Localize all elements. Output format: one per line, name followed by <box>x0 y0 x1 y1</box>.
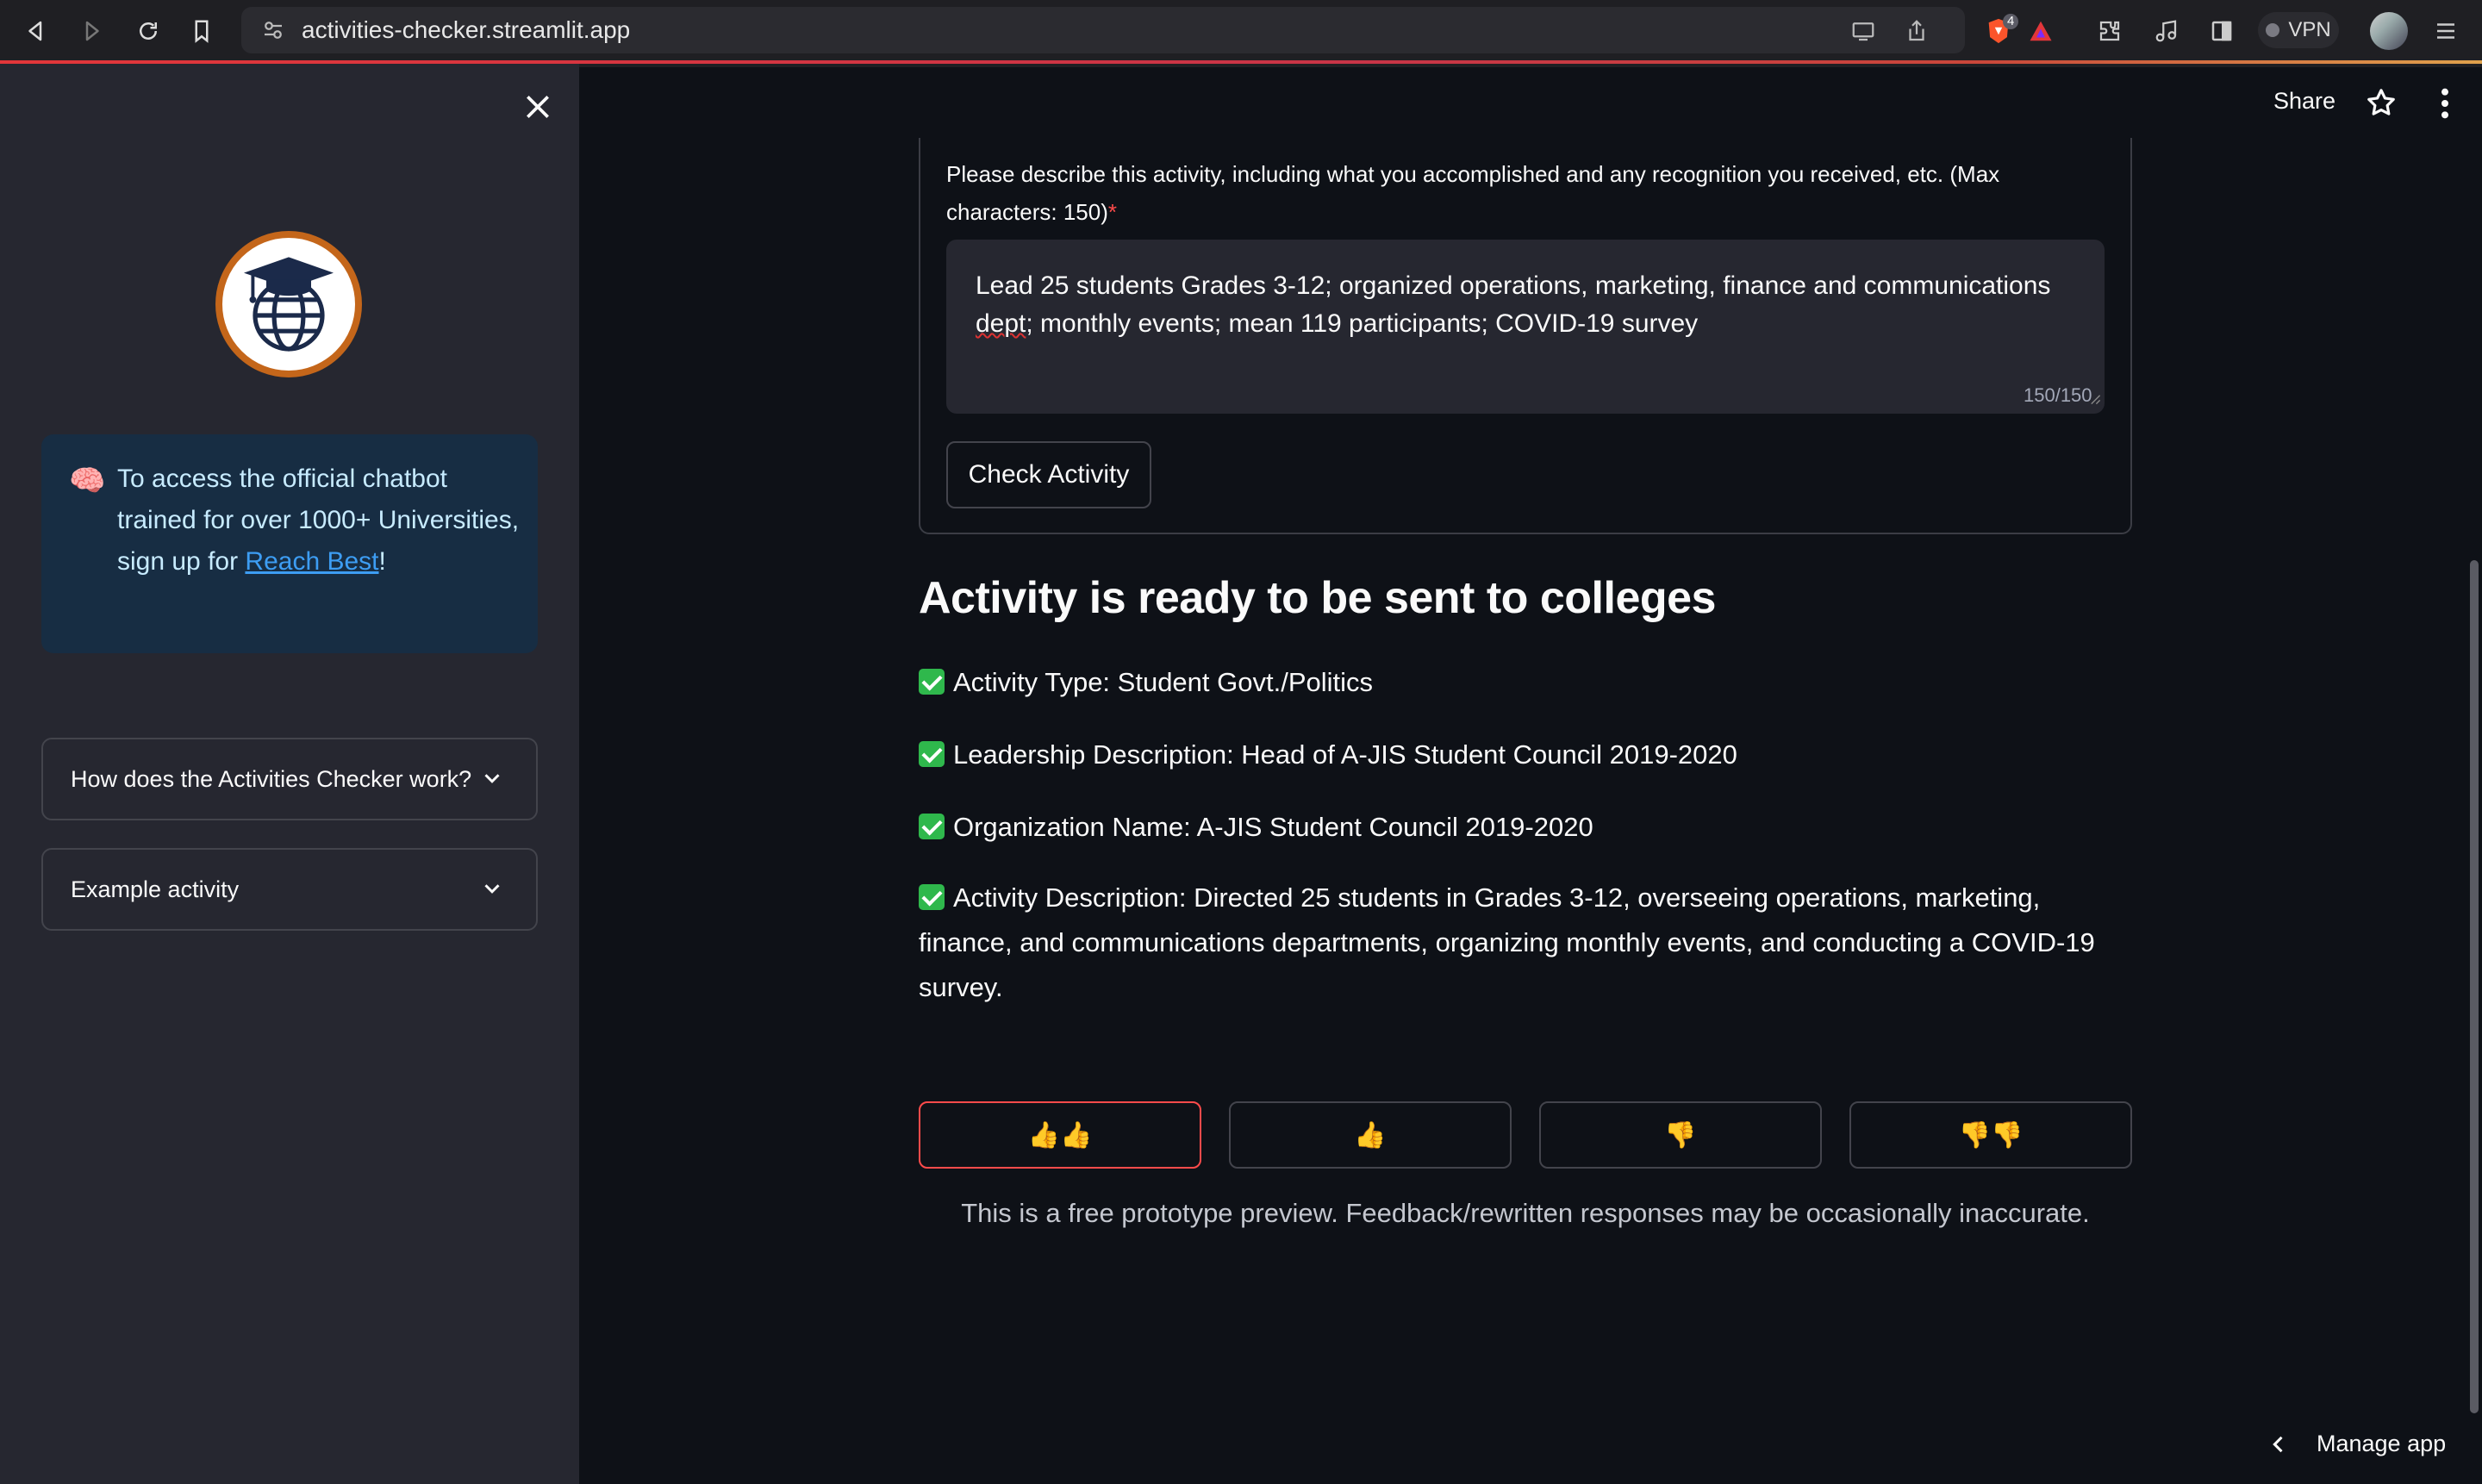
description-label-text: Please describe this activity, including… <box>946 161 2000 225</box>
brave-shields-icon[interactable]: 4 <box>1984 12 2019 50</box>
chevron-down-icon <box>484 774 500 783</box>
star-icon[interactable] <box>2365 86 2398 119</box>
cast-icon[interactable] <box>1844 12 1882 50</box>
vpn-label: VPN <box>2288 18 2331 41</box>
textarea-value-part2: ; monthly events; mean 119 participants;… <box>1026 309 1699 338</box>
result-item: Leadership Description: Head of A-JIS St… <box>919 733 2134 777</box>
vpn-status-icon <box>2266 23 2280 37</box>
app-logo <box>215 231 362 377</box>
textarea-value-part1: Lead 25 students Grades 3-12; organized … <box>976 271 2051 300</box>
textarea-misspelled-word: dept <box>976 309 1026 338</box>
extensions-icon[interactable] <box>2091 12 2129 50</box>
expander-label: How does the Activities Checker work? <box>71 765 472 792</box>
more-options-icon[interactable] <box>2430 86 2460 121</box>
result-item-text: Organization Name: A-JIS Student Council… <box>953 812 1593 842</box>
site-settings-icon[interactable] <box>260 17 286 43</box>
share-page-icon[interactable] <box>1898 12 1936 50</box>
resize-handle-icon[interactable] <box>2089 393 2101 405</box>
reload-icon[interactable] <box>129 12 167 50</box>
brave-rewards-icon[interactable] <box>2022 12 2060 50</box>
disclaimer-text: This is a free prototype preview. Feedba… <box>961 1198 2090 1228</box>
shields-count: 4 <box>2003 14 2019 29</box>
sidebar-toggle-icon[interactable] <box>2203 12 2241 50</box>
character-counter: 150/150 <box>2024 384 2092 406</box>
result-heading: Activity is ready to be sent to colleges <box>919 573 1716 623</box>
url-text[interactable]: activities-checker.streamlit.app <box>302 16 630 44</box>
result-item-text: Activity Type: Student Govt./Politics <box>953 667 1374 697</box>
media-icon[interactable] <box>2148 12 2186 50</box>
bookmark-icon[interactable] <box>183 12 221 50</box>
result-item: Activity Type: Student Govt./Politics <box>919 660 2134 705</box>
close-sidebar-icon[interactable] <box>521 90 555 124</box>
chevron-down-icon <box>484 884 500 894</box>
expander-label: Example activity <box>71 876 240 902</box>
thumbs-up-button[interactable]: 👍 <box>1229 1101 1512 1169</box>
example-activity-expander[interactable]: Example activity <box>41 848 538 931</box>
how-it-works-expander[interactable]: How does the Activities Checker work? <box>41 738 538 820</box>
check-mark-icon <box>919 669 945 695</box>
double-thumbs-down-button[interactable]: 👎👎 <box>1849 1101 2132 1169</box>
manage-app-label: Manage app <box>2317 1431 2447 1456</box>
check-mark-icon <box>919 741 945 767</box>
result-item-text: Activity Description: Directed 25 studen… <box>919 882 2095 1002</box>
thumbs-down-button[interactable]: 👎 <box>1539 1101 1822 1169</box>
reach-best-link[interactable]: Reach Best <box>245 547 378 576</box>
brain-icon: 🧠 <box>69 464 106 498</box>
chevron-left-icon <box>2273 1436 2283 1452</box>
manage-app-button[interactable]: Manage app <box>2267 1431 2446 1457</box>
required-mark: * <box>1107 199 1117 225</box>
graduation-globe-icon <box>244 257 334 352</box>
back-icon[interactable] <box>17 12 55 50</box>
description-label: Please describe this activity, including… <box>946 155 2101 231</box>
result-item: Organization Name: A-JIS Student Council… <box>919 805 2134 850</box>
address-bar[interactable]: activities-checker.streamlit.app <box>241 7 1965 53</box>
result-item: Activity Description: Directed 25 studen… <box>919 876 2134 1010</box>
result-item-text: Leadership Description: Head of A-JIS St… <box>953 739 1737 770</box>
browser-toolbar: activities-checker.streamlit.app 4 VPN <box>0 0 2482 67</box>
chatbot-info-text: To access the official chatbot trained f… <box>117 458 531 583</box>
check-mark-icon <box>919 814 945 839</box>
check-activity-button[interactable]: Check Activity <box>946 441 1151 508</box>
vpn-button[interactable]: VPN <box>2258 12 2339 48</box>
browser-menu-icon[interactable] <box>2427 12 2465 50</box>
share-button[interactable]: Share <box>2273 88 2335 115</box>
double-thumbs-up-button[interactable]: 👍👍 <box>919 1101 1201 1169</box>
check-mark-icon <box>919 884 945 910</box>
description-textarea[interactable]: Lead 25 students Grades 3-12; organized … <box>946 240 2105 414</box>
forward-icon[interactable] <box>72 12 110 50</box>
info-text-trail: ! <box>378 547 386 576</box>
scrollbar[interactable] <box>2470 560 2479 1413</box>
profile-avatar[interactable] <box>2370 12 2408 50</box>
